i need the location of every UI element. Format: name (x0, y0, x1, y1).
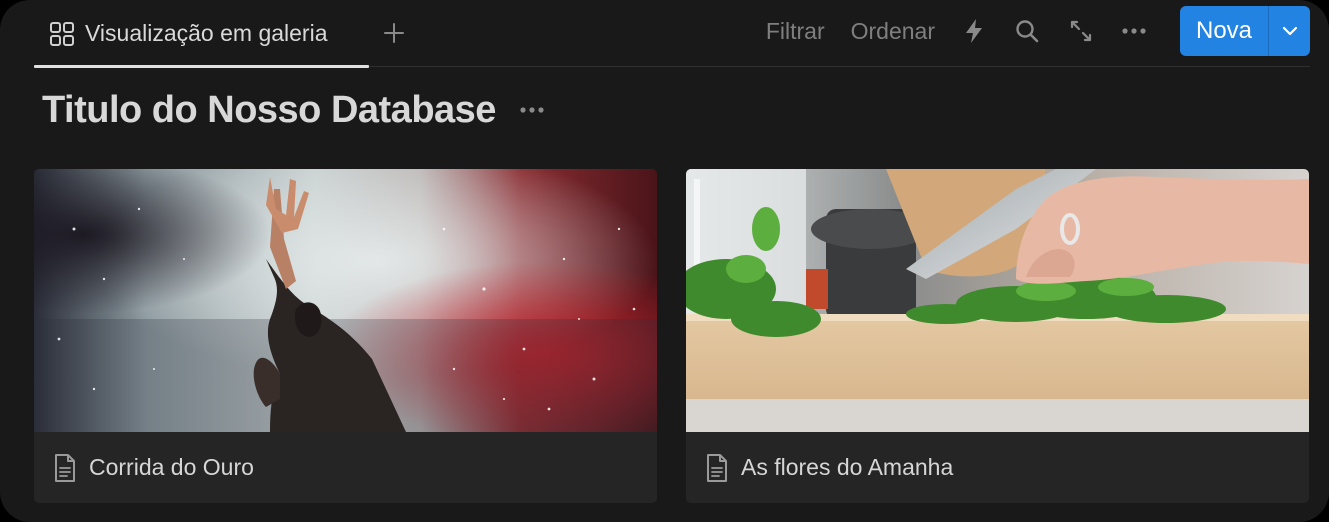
tab-gallery-view[interactable]: Visualização em galeria (34, 0, 369, 68)
card-cover-image (686, 169, 1309, 432)
toolbar-actions: Filtrar Ordenar Nova (766, 0, 1310, 62)
card-title: As flores do Amanha (741, 454, 954, 480)
page-icon (705, 453, 729, 483)
sort-button[interactable]: Ordenar (851, 18, 935, 45)
gallery-grid-icon (49, 21, 75, 47)
view-tab-label: Visualização em galeria (85, 20, 328, 46)
filter-button[interactable]: Filtrar (766, 18, 825, 45)
card-cover-image (34, 169, 657, 432)
database-header: Titulo do Nosso Database (42, 84, 548, 136)
active-tab-underline (34, 65, 369, 68)
search-icon[interactable] (1010, 14, 1044, 48)
card-footer: As flores do Amanha (686, 432, 1309, 503)
page-icon (53, 453, 77, 483)
gallery-window: Visualização em galeria Filtrar Ordenar (0, 0, 1329, 522)
new-button-group: Nova (1180, 6, 1310, 56)
card-title: Corrida do Ouro (89, 454, 254, 480)
gallery-card[interactable]: Corrida do Ouro (34, 169, 657, 503)
more-horizontal-icon[interactable] (1117, 14, 1151, 48)
more-horizontal-icon[interactable] (516, 94, 548, 126)
gallery-card[interactable]: As flores do Amanha (686, 169, 1309, 503)
new-button[interactable]: Nova (1180, 6, 1268, 56)
plus-icon[interactable] (379, 18, 409, 48)
expand-icon[interactable] (1064, 14, 1098, 48)
lightning-icon[interactable] (957, 14, 991, 48)
chevron-down-icon[interactable] (1269, 6, 1310, 56)
page-title[interactable]: Titulo do Nosso Database (42, 89, 496, 132)
card-footer: Corrida do Ouro (34, 432, 657, 503)
view-toolbar: Visualização em galeria Filtrar Ordenar (34, 0, 1310, 68)
